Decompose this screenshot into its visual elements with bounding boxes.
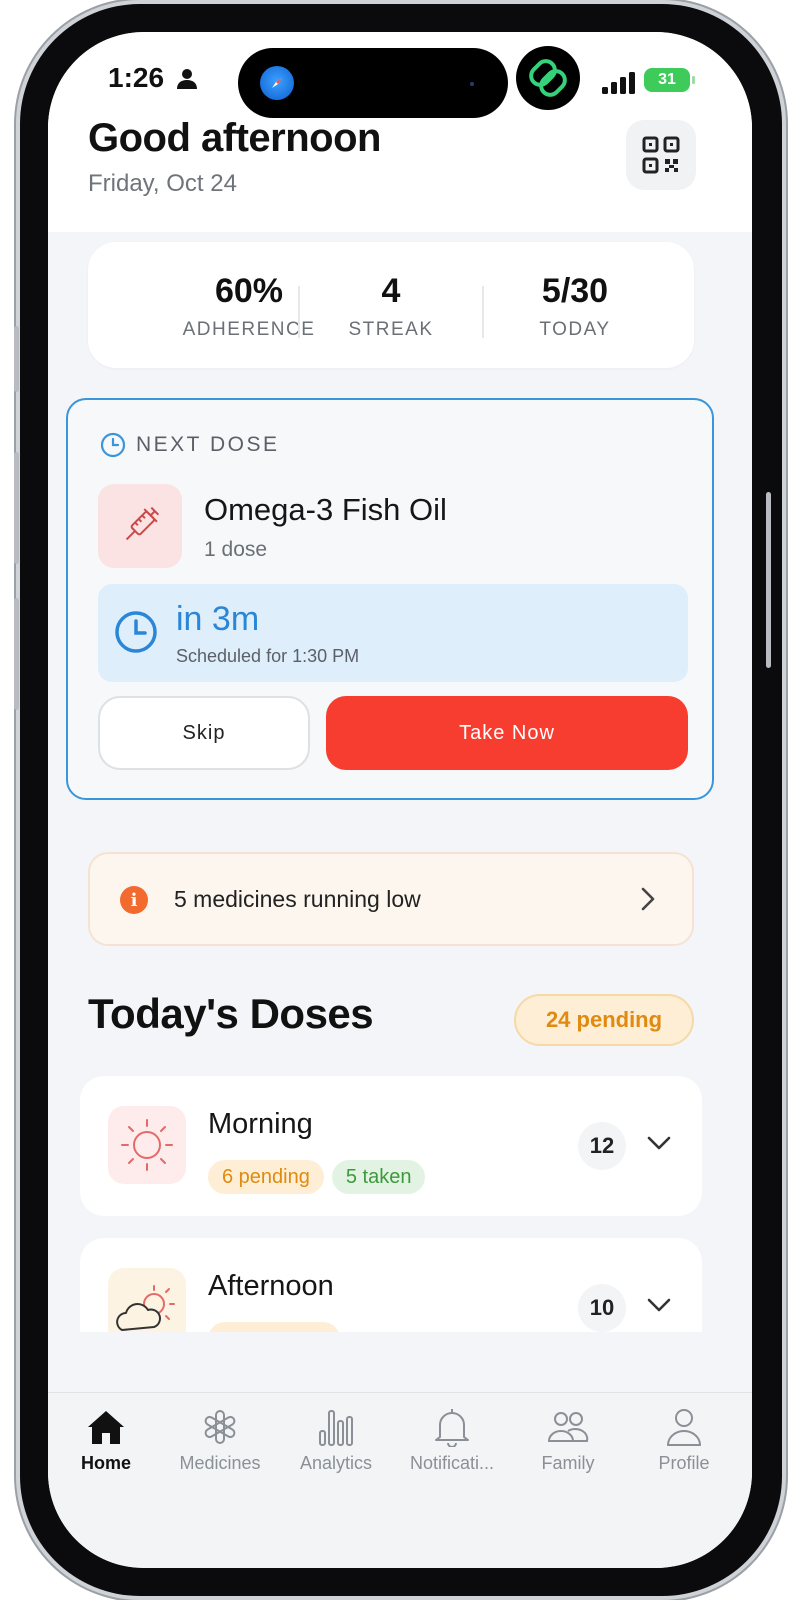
medicines-icon xyxy=(204,1410,236,1444)
low-stock-alert[interactable]: i 5 medicines running low xyxy=(88,852,694,946)
page-title: Good afternoon xyxy=(88,116,381,160)
tab-bar: Home Medicines Analytics Notificati... F… xyxy=(48,1392,752,1568)
volume-up-button xyxy=(14,452,19,564)
tab-label: Home xyxy=(80,1453,131,1473)
header: 1:26 31 Good afternoon Friday, Oct 24 xyxy=(48,32,752,232)
section-title: Today's Doses xyxy=(88,990,374,1037)
period-name: Afternoon xyxy=(208,1270,334,1302)
next-dose-label: NEXT DOSE xyxy=(136,433,280,456)
tab-label: Medicines xyxy=(179,1453,261,1473)
tab-label: Profile xyxy=(658,1453,710,1473)
tab-label: Family xyxy=(541,1453,595,1473)
bell-icon xyxy=(435,1409,469,1447)
chevron-down-icon[interactable] xyxy=(646,1134,672,1152)
alert-text: 5 medicines running low xyxy=(174,886,421,912)
tab-notifications[interactable]: Notificati... xyxy=(394,1407,510,1474)
period-name: Morning xyxy=(208,1108,313,1140)
link-icon xyxy=(529,59,567,97)
live-activity-bubble xyxy=(516,46,580,110)
countdown-text: in 3m xyxy=(176,600,260,638)
taken-tag: 5 taken xyxy=(331,1160,426,1194)
syringe-icon xyxy=(98,484,182,568)
next-dose-heading: NEXT DOSE xyxy=(100,432,279,458)
analytics-icon xyxy=(319,1410,353,1446)
next-dose-card: NEXT DOSE Omega-3 Fish Oil 1 dose in 3m … xyxy=(66,398,714,800)
clock-icon xyxy=(115,611,157,653)
period-tags: 6 pending 5 taken xyxy=(208,1160,426,1194)
home-icon xyxy=(88,1411,124,1444)
qr-scan-button[interactable] xyxy=(626,120,696,190)
volume-down-button xyxy=(14,598,19,710)
countdown-panel: in 3m Scheduled for 1:30 PM xyxy=(98,584,688,682)
take-now-button[interactable]: Take Now xyxy=(326,696,688,770)
medicine-name: Omega-3 Fish Oil xyxy=(204,492,447,527)
signal-icon xyxy=(602,72,635,94)
tab-label: Notificati... xyxy=(409,1453,495,1473)
period-row-morning[interactable]: Morning 6 pending 5 taken 12 xyxy=(80,1076,702,1216)
skip-button[interactable]: Skip xyxy=(98,696,310,770)
info-icon: i xyxy=(120,886,148,914)
chevron-right-icon xyxy=(641,887,655,911)
scheduled-time: Scheduled for 1:30 PM xyxy=(176,646,360,666)
dynamic-island xyxy=(238,48,508,118)
tab-medicines[interactable]: Medicines xyxy=(162,1407,278,1474)
stat-today: 5/30 TODAY xyxy=(480,272,670,341)
tab-home[interactable]: Home xyxy=(48,1407,164,1474)
stat-value: 5/30 xyxy=(541,272,609,310)
date-subtitle: Friday, Oct 24 xyxy=(88,170,237,197)
qr-code-icon xyxy=(642,136,680,174)
safari-icon xyxy=(260,66,294,100)
person-icon xyxy=(177,69,197,89)
tab-profile[interactable]: Profile xyxy=(626,1407,742,1474)
dose-count: 12 xyxy=(578,1122,626,1170)
stat-value: 4 xyxy=(381,272,401,310)
profile-icon xyxy=(666,1409,702,1446)
battery-indicator: 31 xyxy=(644,68,695,92)
medicine-amount: 1 dose xyxy=(204,538,268,561)
period-row-afternoon[interactable]: Afternoon 10 xyxy=(80,1238,702,1332)
app-screen: 1:26 31 Good afternoon Friday, Oct 24 60… xyxy=(48,32,752,1568)
chevron-down-icon[interactable] xyxy=(646,1296,672,1314)
power-button xyxy=(766,492,771,668)
status-time: 1:26 xyxy=(108,62,165,93)
dose-count: 10 xyxy=(578,1284,626,1332)
list-clip: Afternoon 10 xyxy=(48,1228,752,1332)
camera-dot xyxy=(470,82,474,86)
tab-analytics[interactable]: Analytics xyxy=(278,1407,394,1474)
stat-label: TODAY xyxy=(539,319,611,340)
tab-label: Analytics xyxy=(299,1453,373,1473)
pending-tag xyxy=(208,1322,340,1332)
pending-badge: 24 pending xyxy=(514,994,694,1046)
family-icon xyxy=(547,1412,589,1442)
action-button xyxy=(14,326,19,392)
stats-card: 60% ADHERENCE 4 STREAK 5/30 TODAY xyxy=(88,242,694,368)
period-tags xyxy=(208,1322,340,1332)
tab-family[interactable]: Family xyxy=(510,1407,626,1474)
pending-tag: 6 pending xyxy=(208,1160,324,1194)
partly-cloudy-icon xyxy=(108,1268,186,1332)
sun-icon xyxy=(108,1106,186,1184)
stat-label: STREAK xyxy=(348,319,434,340)
stat-streak: 4 STREAK xyxy=(296,272,486,341)
clock-icon xyxy=(100,432,126,458)
